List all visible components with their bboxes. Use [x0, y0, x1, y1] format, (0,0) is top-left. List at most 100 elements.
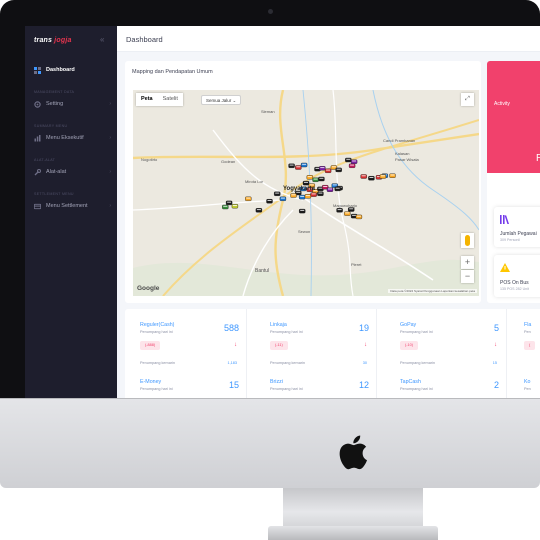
bus-marker-icon[interactable]	[245, 196, 252, 202]
bus-marker-icon[interactable]	[222, 204, 229, 210]
revenue-today-label: Penumpang hari ini	[140, 387, 173, 391]
revenue-diff-badge: (-11)	[270, 341, 288, 350]
revenue-today-count: 19	[358, 323, 369, 333]
monitor-chin	[0, 398, 540, 488]
bus-marker-icon[interactable]	[300, 162, 308, 168]
bus-marker-icon[interactable]	[344, 211, 351, 216]
bus-marker-icon[interactable]	[389, 173, 396, 178]
sidebar-item-dashboard[interactable]: Dashboard	[25, 64, 117, 78]
revenue-today-count: 5	[493, 323, 499, 333]
map-type-satelit-button[interactable]: Satelit	[158, 93, 183, 106]
dashboard-icon	[34, 67, 41, 74]
map-attribution[interactable]: Data peta ©2022 Syarat Penggunaan Lapork…	[388, 289, 477, 293]
revenue-item-name: E-Money	[140, 379, 162, 385]
revenue-yesterday-count: 30	[362, 361, 367, 365]
map-place-label: Yogyakarta	[283, 186, 315, 192]
brand-logo[interactable]: trans jogja	[34, 37, 72, 44]
bus-marker-icon[interactable]	[266, 198, 273, 204]
revenue-diff-badge: (-888)	[140, 341, 161, 350]
bus-marker-icon[interactable]	[345, 157, 352, 163]
apple-logo-icon	[339, 435, 367, 470]
revenue-yesterday-count: 15	[492, 361, 497, 365]
chart-icon	[34, 135, 41, 142]
sidebar-item-label: Dashboard	[46, 67, 75, 73]
route-filter-select[interactable]: Semua Jalur ⌄	[201, 95, 242, 105]
bus-marker-icon[interactable]	[225, 200, 233, 206]
map-type-peta-button[interactable]: Peta	[136, 93, 158, 106]
bus-marker-icon[interactable]	[279, 196, 287, 202]
revenue-column: Linkaja Penumpang hari ini 19 (-11) ↓ Pe…	[255, 309, 377, 398]
bus-marker-icon[interactable]	[355, 214, 363, 220]
collapse-sidebar-icon[interactable]: «	[100, 35, 104, 44]
topbar: Dashboard	[117, 26, 540, 52]
revenue-column: GoPay Penumpang hari ini 5 (-10) ↓ Penum…	[385, 309, 507, 398]
bus-marker-icon[interactable]	[302, 180, 310, 186]
bus-marker-icon[interactable]	[288, 163, 295, 169]
stat-pos-on-bus[interactable]: POS On Bus 135 POS 282 Unit	[494, 255, 540, 297]
bus-marker-icon[interactable]	[317, 191, 324, 197]
bars-icon	[500, 215, 509, 224]
street-view-pegman-icon[interactable]	[461, 233, 474, 248]
bus-marker-icon[interactable]	[360, 174, 367, 179]
bus-marker-icon[interactable]	[319, 166, 326, 171]
bus-marker-icon[interactable]	[273, 191, 281, 197]
zoom-in-button[interactable]: +	[461, 256, 474, 269]
map-place-label: Pasar Wisata	[395, 157, 419, 162]
map-card-title: Mapping dan Pendapatan Umum	[132, 69, 213, 75]
bus-marker-icon[interactable]	[255, 208, 263, 213]
stat-subtitle: 309 Personil	[500, 238, 520, 242]
arrow-down-icon: ↓	[494, 342, 497, 348]
bus-marker-icon[interactable]	[379, 174, 387, 179]
bus-marker-icon[interactable]	[334, 186, 341, 192]
bus-marker-icon[interactable]	[348, 163, 356, 169]
map-place-label: Sewon	[298, 229, 311, 234]
map-place-label: Candi Prambanan	[383, 138, 416, 143]
map-place-label: Mirota Lor	[245, 179, 264, 184]
bus-marker-icon[interactable]	[350, 159, 358, 164]
map-place-label: Nogotirto	[141, 157, 158, 162]
bus-marker-icon[interactable]	[347, 207, 355, 212]
revenue-today-label: Penumpang hari ini	[140, 330, 173, 334]
bus-marker-icon[interactable]	[298, 194, 306, 200]
route-map[interactable]: Sleman Candi Prambanan Kalasan Pasar Wis…	[133, 90, 479, 296]
monitor-stand-foot	[268, 526, 438, 540]
bus-marker-icon[interactable]	[326, 187, 334, 192]
bus-marker-icon[interactable]	[318, 176, 325, 182]
revenue-today-count: 15	[228, 380, 239, 390]
tools-icon	[34, 169, 41, 176]
sidebar-section-title: ALAT-ALAT	[34, 158, 56, 162]
activity-header: Activity R	[487, 61, 540, 173]
chevron-down-icon: ⌄	[232, 98, 237, 103]
bus-marker-icon[interactable]	[368, 175, 375, 181]
map-base-layer	[133, 90, 479, 296]
bus-marker-icon[interactable]	[335, 167, 342, 173]
bus-marker-icon[interactable]	[304, 194, 312, 199]
sidebar-item-alat-alat[interactable]: Alat-alat ›	[25, 166, 117, 180]
gear-icon	[34, 101, 41, 108]
brand-word-1: trans	[34, 37, 53, 44]
revenue-item-name: GoPay	[400, 322, 417, 328]
revenue-item-name: Linkaja	[270, 322, 287, 328]
bus-marker-icon[interactable]	[306, 175, 314, 180]
bus-marker-icon[interactable]	[295, 165, 302, 170]
sidebar: trans jogja « Dashboard MANAGEMENT DATA …	[25, 26, 117, 398]
stat-jumlah-pegawai[interactable]: Jumlah Pegawai 309 Personil	[494, 207, 540, 247]
bus-marker-icon[interactable]	[298, 208, 306, 214]
chevron-right-icon: ›	[109, 101, 111, 107]
bus-marker-icon[interactable]	[231, 203, 239, 209]
map-card: Mapping dan Pendapatan Umum Sleman Candi…	[125, 61, 481, 303]
bus-marker-icon[interactable]	[310, 192, 317, 197]
sidebar-item-setting[interactable]: Setting ›	[25, 98, 117, 112]
revenue-yesterday-label: Penumpang kemarin	[140, 361, 176, 365]
bus-marker-icon[interactable]	[324, 168, 332, 174]
bus-marker-icon[interactable]	[290, 193, 297, 198]
bus-marker-icon[interactable]	[336, 208, 343, 213]
fullscreen-icon[interactable]: ⤢	[461, 93, 474, 106]
revenue-yesterday-count: 1,183	[227, 361, 237, 365]
google-logo: Google	[137, 285, 160, 292]
sidebar-item-menu-eksekutif[interactable]: Menu Eksekutif ›	[25, 132, 117, 146]
sidebar-item-menu-settlement[interactable]: Menu Settlement ›	[25, 200, 117, 214]
map-type-toggle: Peta Satelit	[136, 93, 183, 106]
zoom-out-button[interactable]: −	[461, 270, 474, 283]
bus-marker-icon[interactable]	[312, 177, 319, 183]
